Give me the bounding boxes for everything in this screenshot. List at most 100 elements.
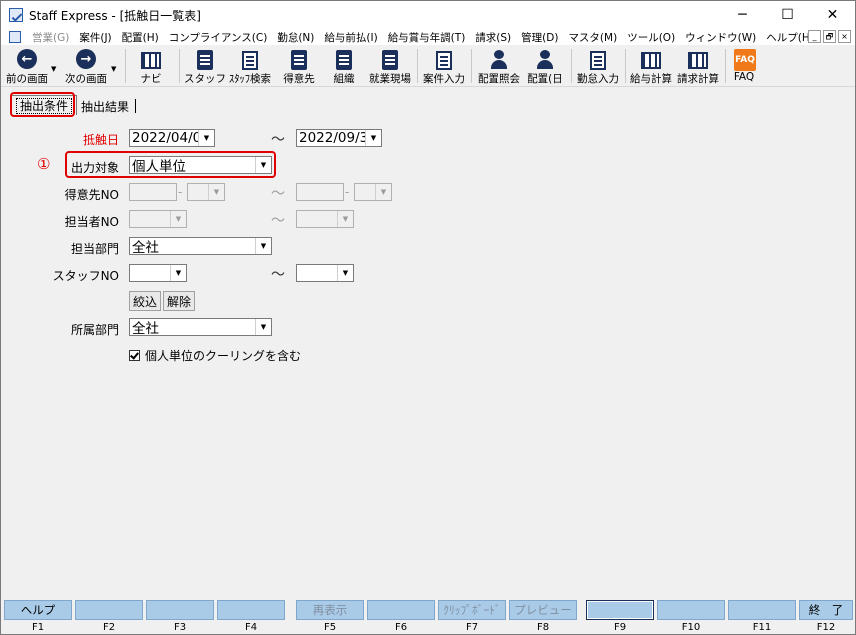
assignment-inquiry-label: 配置照会 (478, 73, 520, 85)
assignment-inquiry-button[interactable]: 配置照会 (475, 47, 523, 85)
organization-button[interactable]: 組織 (327, 47, 361, 85)
mdi-restore-button[interactable]: 🗗 (823, 30, 836, 43)
f1-help-button[interactable]: ヘルプ (4, 600, 72, 620)
f4-button[interactable] (217, 600, 285, 620)
client-no-dash: - (345, 185, 350, 199)
billing-calc-label: 請求計算 (677, 73, 719, 85)
toolbar-separator (571, 49, 572, 83)
chevron-down-icon[interactable]: ▼ (255, 238, 271, 254)
attendance-input-button[interactable]: 勤怠入力 (575, 47, 621, 85)
client-button[interactable]: 得意先 (279, 47, 319, 85)
app-logo-icon (9, 8, 23, 22)
staff-no-label: スタッフNO (52, 269, 119, 283)
faq-icon: FAQ (734, 49, 756, 71)
menu-case[interactable]: 案件(J) (74, 30, 116, 45)
people-icon (489, 50, 509, 70)
conflict-date-to-value: 2022/09/30 (299, 130, 365, 146)
f1-key-label: F1 (31, 622, 45, 633)
chevron-down-icon[interactable]: ▼ (255, 319, 271, 335)
menu-attendance[interactable]: 勤怠(N) (272, 30, 319, 45)
window-title: Staff Express - [抵触日一覧表] (29, 8, 201, 23)
manager-dept-select[interactable]: 全社 ▼ (129, 237, 272, 256)
case-input-button[interactable]: 案件入力 (421, 47, 467, 85)
affiliated-dept-label: 所属部門 (70, 323, 119, 337)
conflict-date-from[interactable]: 2022/04/01 ▼ (129, 129, 215, 147)
menu-master[interactable]: マスタ(M) (563, 30, 622, 45)
f9-button[interactable] (586, 600, 654, 620)
f10-button[interactable] (657, 600, 725, 620)
faq-button[interactable]: FAQ FAQ (729, 47, 759, 85)
include-cooling-label: 個人単位のクーリングを含む (145, 349, 302, 363)
navi-label: ナビ (140, 73, 162, 85)
f6-button[interactable] (367, 600, 435, 620)
affiliated-dept-select[interactable]: 全社 ▼ (129, 318, 272, 337)
prev-dropdown-icon[interactable]: ▼ (51, 65, 56, 73)
toolbar-separator (179, 49, 180, 83)
menu-management[interactable]: 管理(D) (516, 30, 563, 45)
chevron-down-icon[interactable]: ▼ (255, 157, 271, 173)
prev-screen-button[interactable]: ← 前の画面 (5, 47, 49, 85)
menu-tools[interactable]: ツール(O) (622, 30, 680, 45)
keyboard-icon (141, 52, 161, 69)
worksite-button[interactable]: 就業現場 (367, 47, 413, 85)
navi-button[interactable]: ナビ (133, 47, 169, 85)
case-input-label: 案件入力 (423, 73, 465, 85)
next-dropdown-icon[interactable]: ▼ (111, 65, 116, 73)
calendar-dropdown-icon[interactable]: ▼ (198, 130, 214, 146)
f11-button[interactable] (728, 600, 796, 620)
output-target-select[interactable]: 個人単位 ▼ (129, 156, 272, 175)
include-cooling-checkbox-row[interactable]: 個人単位のクーリングを含む (129, 347, 301, 364)
f7-clipboard-button: ｸﾘｯﾌﾟﾎﾞｰﾄﾞ (438, 600, 506, 620)
payroll-calc-label: 給与計算 (630, 73, 672, 85)
payroll-calc-button[interactable]: 給与計算 (629, 47, 673, 85)
output-target-value: 個人単位 (132, 159, 186, 175)
manager-no-label: 担当者NO (64, 215, 119, 229)
menu-window[interactable]: ウィンドウ(W) (680, 30, 761, 45)
output-target-label: 出力対象 (70, 161, 119, 175)
worksite-icon (382, 50, 398, 70)
chevron-down-icon[interactable]: ▼ (170, 265, 186, 281)
f12-exit-button[interactable]: 終 了 (799, 600, 853, 620)
arrow-right-icon: → (76, 49, 96, 69)
filter-button[interactable]: 絞込 (129, 291, 161, 311)
close-button[interactable]: ✕ (810, 1, 855, 29)
clear-button[interactable]: 解除 (163, 291, 195, 311)
include-cooling-checkbox[interactable] (129, 350, 140, 361)
assignment-daily-button[interactable]: 配置(日 (525, 47, 565, 85)
mdi-minimize-button[interactable]: _ (808, 30, 821, 43)
staff-no-to[interactable]: ▼ (296, 264, 354, 282)
child-window-icon[interactable] (9, 31, 21, 43)
menu-bar: 営業(G) 案件(J) 配置(H) コンプライアンス(C) 勤怠(N) 給与前払… (1, 29, 855, 45)
tab-divider (135, 99, 137, 113)
f3-button[interactable] (146, 600, 214, 620)
f2-button[interactable] (75, 600, 143, 620)
chevron-down-icon[interactable]: ▼ (337, 265, 353, 281)
organization-label: 組織 (333, 73, 355, 85)
maximize-button[interactable]: ☐ (765, 1, 810, 29)
manager-dept-value: 全社 (132, 240, 159, 256)
menu-billing[interactable]: 請求(S) (470, 30, 516, 45)
mdi-close-button[interactable]: × (838, 30, 851, 43)
conflict-date-to[interactable]: 2022/09/30 ▼ (296, 129, 382, 147)
menu-payroll[interactable]: 給与賞与年調(T) (383, 30, 471, 45)
toolbar: ← 前の画面 ▼ → 次の画面 ▼ ナビ スタッフ ｽﾀｯﾌ検索 得意先 組織 (1, 45, 855, 87)
billing-calc-button[interactable]: 請求計算 (675, 47, 721, 85)
staff-button[interactable]: スタッフ (184, 47, 226, 85)
menu-assignment[interactable]: 配置(H) (117, 30, 164, 45)
tab-extraction-conditions[interactable]: 抽出条件 (11, 95, 78, 115)
staff-search-button[interactable]: ｽﾀｯﾌ検索 (227, 47, 273, 85)
menu-salary-advance[interactable]: 給与前払(I) (319, 30, 382, 45)
calendar-dropdown-icon[interactable]: ▼ (365, 130, 381, 146)
arrow-left-icon: ← (17, 49, 37, 69)
worksite-label: 就業現場 (369, 73, 411, 85)
minimize-button[interactable]: ─ (720, 1, 765, 29)
next-screen-button[interactable]: → 次の画面 (63, 47, 109, 85)
staff-no-from[interactable]: ▼ (129, 264, 187, 282)
chevron-down-icon: ▼ (208, 184, 224, 200)
tab-extraction-conditions-label: 抽出条件 (16, 97, 73, 114)
client-no-to-code (296, 183, 344, 201)
toolbar-separator (725, 49, 726, 83)
chevron-down-icon: ▼ (375, 184, 391, 200)
menu-compliance[interactable]: コンプライアンス(C) (164, 30, 273, 45)
tab-extraction-results[interactable]: 抽出結果 (77, 97, 133, 115)
